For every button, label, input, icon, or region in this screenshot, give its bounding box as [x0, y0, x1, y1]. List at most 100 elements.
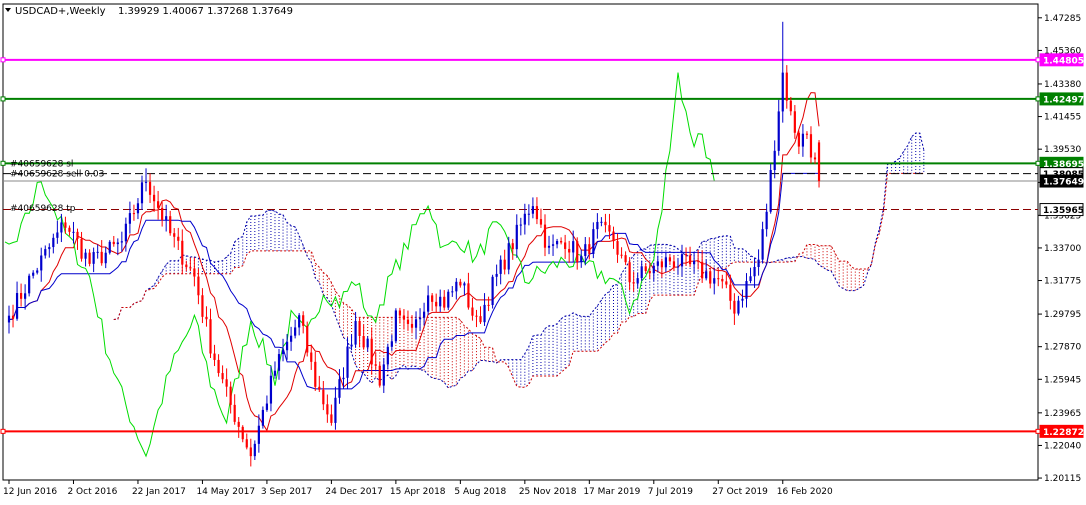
candle-body — [290, 335, 293, 342]
time-tick-label: 7 Jul 2019 — [648, 487, 693, 497]
candle-body — [261, 409, 264, 426]
candle-body — [394, 310, 397, 342]
candle-body — [310, 352, 313, 362]
candle-body — [382, 364, 385, 386]
candle-body — [435, 301, 438, 307]
level-handle-left — [0, 96, 6, 102]
candle-body — [620, 254, 623, 256]
candle-body — [112, 241, 115, 245]
candle-body — [668, 257, 672, 262]
candle-body — [487, 304, 490, 306]
candle-body — [136, 203, 140, 214]
candle-body — [805, 133, 809, 135]
grid — [2, 3, 1039, 481]
time-tick-label: 22 Jan 2017 — [132, 487, 186, 497]
candle-body — [688, 255, 692, 265]
senkou-span-b — [113, 172, 924, 388]
candle-body — [709, 271, 712, 284]
order-labels: #40659628 sl#40659628 sell 0.03 #40659628… — [10, 159, 104, 214]
candle-body — [418, 317, 422, 320]
candle-body — [19, 293, 23, 299]
candle-body — [664, 257, 667, 268]
candle-body — [277, 354, 281, 371]
level-price-tag-label: 1.22872 — [1043, 428, 1084, 438]
order-label: #40659628 sell 0.03 — [10, 170, 104, 180]
candle-body — [88, 252, 91, 264]
candle-body — [636, 278, 639, 284]
level-handle-left — [0, 428, 6, 434]
level-handle-right — [1035, 160, 1041, 166]
candle-body — [92, 252, 95, 264]
candle-body — [237, 421, 240, 427]
candle-body — [298, 315, 301, 328]
candle-body — [346, 346, 349, 378]
candle-body — [455, 281, 458, 292]
candle-body — [11, 315, 15, 319]
candle-body — [402, 315, 406, 320]
candle-body — [185, 264, 188, 268]
candle-body — [789, 100, 792, 112]
candle-body — [693, 260, 696, 265]
candle-body — [483, 304, 486, 323]
price-tick-label: 1.23965 — [1044, 409, 1081, 419]
candle-body — [507, 243, 510, 270]
candle-body — [737, 300, 740, 314]
candle-body — [269, 375, 273, 404]
price-tick-label: 1.31775 — [1044, 277, 1081, 287]
candle-body — [273, 370, 277, 376]
kijun-sen-line — [8, 172, 819, 390]
time-tick-label: 5 Aug 2018 — [454, 487, 506, 497]
candle-body — [491, 276, 494, 306]
candle-body — [427, 295, 430, 312]
candle-body — [294, 327, 297, 336]
candle-body — [459, 281, 462, 286]
candle-body — [342, 377, 345, 380]
candle-body — [793, 111, 796, 133]
chikou-span-line — [4, 72, 715, 458]
candle-body — [608, 225, 611, 232]
candle-body — [44, 249, 47, 256]
order-label: #40659628 sl — [10, 159, 73, 169]
candle-body — [684, 254, 688, 256]
candle-body — [640, 266, 643, 279]
candle-body — [285, 341, 289, 351]
candle-body — [32, 272, 35, 276]
time-tick-label: 16 Feb 2020 — [777, 487, 833, 497]
triangle-down-icon[interactable] — [5, 8, 11, 12]
candle-body — [447, 291, 450, 308]
candle-body — [547, 245, 551, 248]
candle-body — [161, 207, 164, 220]
candle-body — [701, 261, 704, 279]
plot-frame — [2, 3, 1039, 481]
candle-body — [463, 283, 466, 286]
level-handle-right — [1035, 96, 1041, 102]
price-tick-label: 1.27870 — [1044, 343, 1081, 353]
candle-body — [543, 224, 547, 248]
time-tick-label: 24 Dec 2017 — [325, 487, 383, 497]
time-tick-label: 27 Oct 2019 — [712, 487, 768, 497]
ichimoku-cloud — [149, 132, 925, 388]
candle-body — [24, 293, 27, 299]
time-tick-label: 25 Nov 2018 — [519, 487, 577, 497]
level-price-tag-label: 1.35965 — [1043, 206, 1084, 216]
candle-body — [431, 295, 434, 302]
candle-body — [124, 223, 127, 242]
candle-body — [28, 275, 31, 294]
candle-body — [616, 241, 619, 255]
candle-body — [157, 201, 160, 208]
chart-window[interactable]: #40659628 sl #40659628 sell 0.03 #40659628… — [0, 0, 1086, 501]
price-chart[interactable]: #40659628 sl#40659628 sell 0.03 #40659628… — [0, 0, 1086, 501]
candle-body — [414, 319, 418, 328]
candle-body — [713, 278, 716, 284]
candle-body — [422, 311, 426, 318]
candle-body — [374, 364, 377, 366]
candle-body — [499, 259, 502, 274]
candle-body — [757, 259, 760, 268]
price-tick-label: 1.33700 — [1044, 244, 1081, 254]
candle-body — [265, 403, 269, 410]
candle-body — [511, 243, 514, 250]
candle-body — [249, 447, 252, 457]
candle-body — [560, 241, 563, 243]
candle-body — [386, 346, 389, 365]
candle-body — [809, 134, 813, 158]
